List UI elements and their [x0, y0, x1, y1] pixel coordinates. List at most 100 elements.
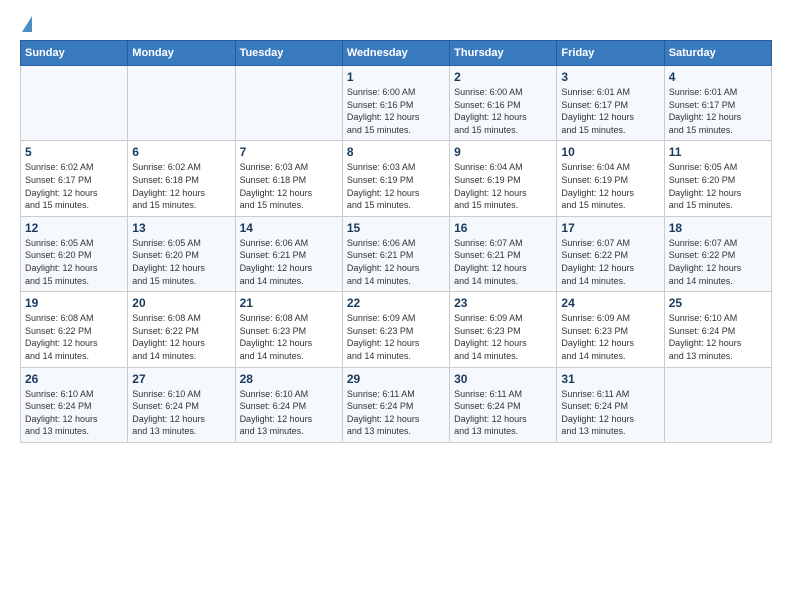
- day-number: 26: [25, 372, 123, 386]
- day-cell: [664, 367, 771, 442]
- day-cell: 4 Sunrise: 6:01 AM Sunset: 6:17 PM Daylig…: [664, 66, 771, 141]
- day-info: Sunrise: 6:11 AM Sunset: 6:24 PM Dayligh…: [454, 388, 552, 438]
- day-number: 7: [240, 145, 338, 159]
- week-row-5: 26 Sunrise: 6:10 AM Sunset: 6:24 PM Dayli…: [21, 367, 772, 442]
- day-cell: [128, 66, 235, 141]
- page-header: [20, 20, 772, 32]
- day-info: Sunrise: 6:05 AM Sunset: 6:20 PM Dayligh…: [25, 237, 123, 287]
- day-number: 21: [240, 296, 338, 310]
- day-number: 22: [347, 296, 445, 310]
- weekday-header-friday: Friday: [557, 41, 664, 66]
- weekday-header-monday: Monday: [128, 41, 235, 66]
- day-cell: 27 Sunrise: 6:10 AM Sunset: 6:24 PM Dayli…: [128, 367, 235, 442]
- day-cell: 14Sunrise: 6:06 AM Sunset: 6:21 PM Dayli…: [235, 216, 342, 291]
- day-number: 14: [240, 221, 338, 235]
- day-info: Sunrise: 6:01 AM Sunset: 6:17 PM Dayligh…: [669, 86, 767, 136]
- day-number: 9: [454, 145, 552, 159]
- weekday-header-row: SundayMondayTuesdayWednesdayThursdayFrid…: [21, 41, 772, 66]
- day-number: 16: [454, 221, 552, 235]
- day-number: 10: [561, 145, 659, 159]
- day-cell: 6 Sunrise: 6:02 AM Sunset: 6:18 PM Daylig…: [128, 141, 235, 216]
- day-number: 11: [669, 145, 767, 159]
- day-cell: 11 Sunrise: 6:05 AM Sunset: 6:20 PM Dayli…: [664, 141, 771, 216]
- day-number: 30: [454, 372, 552, 386]
- day-cell: 10 Sunrise: 6:04 AM Sunset: 6:19 PM Dayli…: [557, 141, 664, 216]
- day-cell: 22 Sunrise: 6:09 AM Sunset: 6:23 PM Dayli…: [342, 292, 449, 367]
- day-info: Sunrise: 6:08 AM Sunset: 6:22 PM Dayligh…: [132, 312, 230, 362]
- day-info: Sunrise: 6:11 AM Sunset: 6:24 PM Dayligh…: [347, 388, 445, 438]
- day-cell: [235, 66, 342, 141]
- day-cell: 26 Sunrise: 6:10 AM Sunset: 6:24 PM Dayli…: [21, 367, 128, 442]
- day-cell: 12 Sunrise: 6:05 AM Sunset: 6:20 PM Dayli…: [21, 216, 128, 291]
- day-number: 24: [561, 296, 659, 310]
- day-info: Sunrise: 6:10 AM Sunset: 6:24 PM Dayligh…: [669, 312, 767, 362]
- day-info: Sunrise: 6:02 AM Sunset: 6:17 PM Dayligh…: [25, 161, 123, 211]
- day-cell: 17 Sunrise: 6:07 AM Sunset: 6:22 PM Dayli…: [557, 216, 664, 291]
- day-info: Sunrise: 6:05 AM Sunset: 6:20 PM Dayligh…: [132, 237, 230, 287]
- calendar-table: SundayMondayTuesdayWednesdayThursdayFrid…: [20, 40, 772, 443]
- day-cell: 23 Sunrise: 6:09 AM Sunset: 6:23 PM Dayli…: [450, 292, 557, 367]
- day-info: Sunrise: 6:04 AM Sunset: 6:19 PM Dayligh…: [561, 161, 659, 211]
- day-number: 20: [132, 296, 230, 310]
- day-cell: 19 Sunrise: 6:08 AM Sunset: 6:22 PM Dayli…: [21, 292, 128, 367]
- day-info: Sunrise: 6:07 AM Sunset: 6:21 PM Dayligh…: [454, 237, 552, 287]
- day-info: Sunrise: 6:03 AM Sunset: 6:18 PM Dayligh…: [240, 161, 338, 211]
- week-row-4: 19 Sunrise: 6:08 AM Sunset: 6:22 PM Dayli…: [21, 292, 772, 367]
- day-info: Sunrise: 6:07 AM Sunset: 6:22 PM Dayligh…: [669, 237, 767, 287]
- calendar-body: 1 Sunrise: 6:00 AM Sunset: 6:16 PM Daylig…: [21, 66, 772, 443]
- day-cell: 9Sunrise: 6:04 AM Sunset: 6:19 PM Daylig…: [450, 141, 557, 216]
- day-cell: 1Sunrise: 6:00 AM Sunset: 6:16 PM Daylig…: [342, 66, 449, 141]
- weekday-header-sunday: Sunday: [21, 41, 128, 66]
- day-info: Sunrise: 6:10 AM Sunset: 6:24 PM Dayligh…: [25, 388, 123, 438]
- day-number: 13: [132, 221, 230, 235]
- day-cell: 2 Sunrise: 6:00 AM Sunset: 6:16 PM Daylig…: [450, 66, 557, 141]
- day-cell: 28Sunrise: 6:10 AM Sunset: 6:24 PM Dayli…: [235, 367, 342, 442]
- day-number: 8: [347, 145, 445, 159]
- day-number: 15: [347, 221, 445, 235]
- week-row-3: 12 Sunrise: 6:05 AM Sunset: 6:20 PM Dayli…: [21, 216, 772, 291]
- day-info: Sunrise: 6:05 AM Sunset: 6:20 PM Dayligh…: [669, 161, 767, 211]
- day-cell: 3Sunrise: 6:01 AM Sunset: 6:17 PM Daylig…: [557, 66, 664, 141]
- day-cell: 25 Sunrise: 6:10 AM Sunset: 6:24 PM Dayli…: [664, 292, 771, 367]
- day-cell: 5Sunrise: 6:02 AM Sunset: 6:17 PM Daylig…: [21, 141, 128, 216]
- day-cell: 16 Sunrise: 6:07 AM Sunset: 6:21 PM Dayli…: [450, 216, 557, 291]
- day-cell: 24 Sunrise: 6:09 AM Sunset: 6:23 PM Dayli…: [557, 292, 664, 367]
- day-info: Sunrise: 6:06 AM Sunset: 6:21 PM Dayligh…: [347, 237, 445, 287]
- day-info: Sunrise: 6:09 AM Sunset: 6:23 PM Dayligh…: [347, 312, 445, 362]
- day-info: Sunrise: 6:09 AM Sunset: 6:23 PM Dayligh…: [454, 312, 552, 362]
- logo: [20, 20, 32, 32]
- day-number: 19: [25, 296, 123, 310]
- weekday-header-tuesday: Tuesday: [235, 41, 342, 66]
- day-number: 2: [454, 70, 552, 84]
- day-number: 1: [347, 70, 445, 84]
- day-cell: 18 Sunrise: 6:07 AM Sunset: 6:22 PM Dayli…: [664, 216, 771, 291]
- weekday-header-wednesday: Wednesday: [342, 41, 449, 66]
- day-number: 25: [669, 296, 767, 310]
- day-number: 23: [454, 296, 552, 310]
- day-number: 27: [132, 372, 230, 386]
- day-cell: 21 Sunrise: 6:08 AM Sunset: 6:23 PM Dayli…: [235, 292, 342, 367]
- week-row-1: 1 Sunrise: 6:00 AM Sunset: 6:16 PM Daylig…: [21, 66, 772, 141]
- day-number: 6: [132, 145, 230, 159]
- day-number: 18: [669, 221, 767, 235]
- weekday-header-saturday: Saturday: [664, 41, 771, 66]
- logo-icon: [22, 16, 32, 32]
- day-info: Sunrise: 6:08 AM Sunset: 6:23 PM Dayligh…: [240, 312, 338, 362]
- day-number: 3: [561, 70, 659, 84]
- day-number: 12: [25, 221, 123, 235]
- day-cell: 15 Sunrise: 6:06 AM Sunset: 6:21 PM Dayli…: [342, 216, 449, 291]
- day-info: Sunrise: 6:00 AM Sunset: 6:16 PM Dayligh…: [454, 86, 552, 136]
- day-cell: 20 Sunrise: 6:08 AM Sunset: 6:22 PM Dayli…: [128, 292, 235, 367]
- day-info: Sunrise: 6:07 AM Sunset: 6:22 PM Dayligh…: [561, 237, 659, 287]
- day-info: Sunrise: 6:10 AM Sunset: 6:24 PM Dayligh…: [132, 388, 230, 438]
- day-number: 17: [561, 221, 659, 235]
- day-cell: 29Sunrise: 6:11 AM Sunset: 6:24 PM Dayli…: [342, 367, 449, 442]
- day-info: Sunrise: 6:11 AM Sunset: 6:24 PM Dayligh…: [561, 388, 659, 438]
- day-info: Sunrise: 6:02 AM Sunset: 6:18 PM Dayligh…: [132, 161, 230, 211]
- day-info: Sunrise: 6:08 AM Sunset: 6:22 PM Dayligh…: [25, 312, 123, 362]
- day-info: Sunrise: 6:09 AM Sunset: 6:23 PM Dayligh…: [561, 312, 659, 362]
- day-info: Sunrise: 6:10 AM Sunset: 6:24 PM Dayligh…: [240, 388, 338, 438]
- day-number: 4: [669, 70, 767, 84]
- day-cell: [21, 66, 128, 141]
- day-number: 31: [561, 372, 659, 386]
